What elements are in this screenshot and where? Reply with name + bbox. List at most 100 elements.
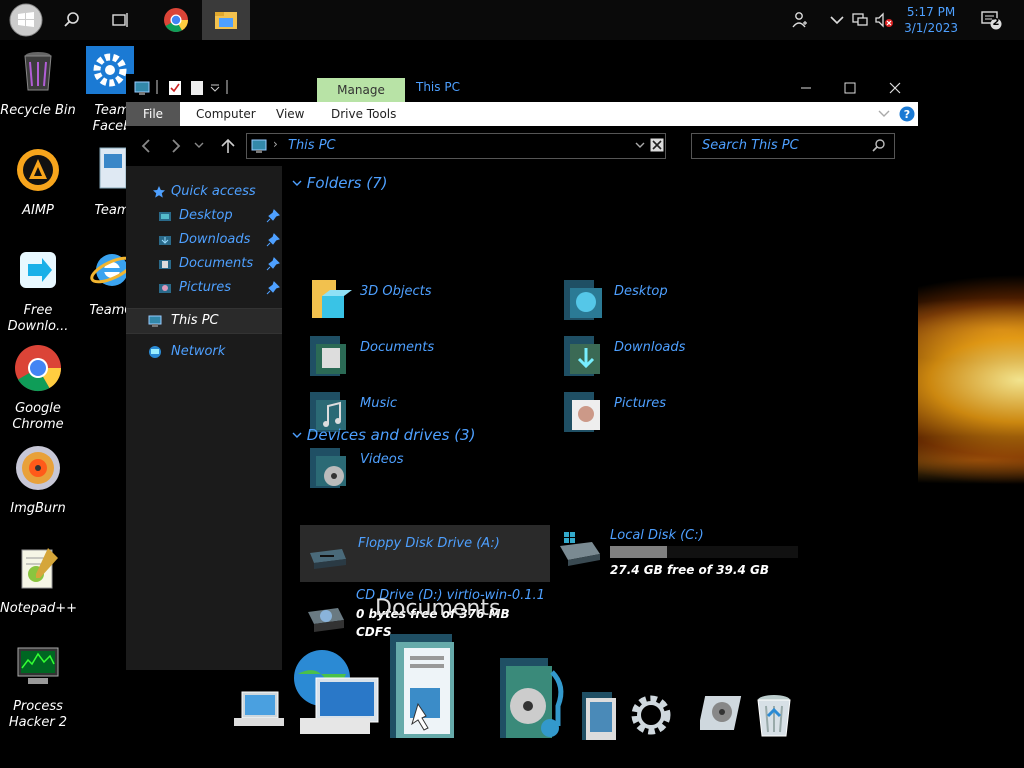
drive-local-c[interactable]: Local Disk (C:) 27.4 GB free of 39.4 GB xyxy=(558,528,808,578)
action-center-button[interactable]: 2 xyxy=(980,10,1002,30)
recycle-bin-icon[interactable] xyxy=(752,692,796,738)
properties-icon[interactable] xyxy=(168,80,182,96)
recent-locations-icon[interactable] xyxy=(194,142,204,150)
tab-file[interactable]: File xyxy=(126,102,180,126)
clock-time: 5:17 PM xyxy=(906,5,956,19)
minimize-button[interactable] xyxy=(784,74,828,102)
folders-group-header[interactable]: Folders (7) xyxy=(292,174,388,192)
search-button[interactable] xyxy=(50,0,94,40)
nav-documents[interactable]: Documents xyxy=(126,253,282,275)
folder-label: Downloads xyxy=(614,340,686,355)
drive-icon[interactable] xyxy=(700,692,748,736)
search-placeholder: Search This PC xyxy=(702,138,799,153)
computer-icon[interactable] xyxy=(286,644,382,740)
local-disk-icon xyxy=(560,532,600,566)
forward-arrow-icon[interactable] xyxy=(168,138,184,154)
task-view-icon xyxy=(112,13,128,27)
ribbon-tab-bar: File Computer View Drive Tools ? xyxy=(126,102,918,126)
nav-network[interactable]: Network xyxy=(126,341,282,363)
folder-videos[interactable]: Videos xyxy=(308,446,558,496)
expand-ribbon-icon[interactable] xyxy=(878,109,890,119)
documents-icon[interactable] xyxy=(384,632,460,742)
close-icon xyxy=(889,82,901,94)
help-icon[interactable]: ? xyxy=(899,106,915,122)
windows-logo-icon xyxy=(9,3,43,37)
close-button[interactable] xyxy=(872,74,918,102)
network-icon[interactable] xyxy=(232,688,284,734)
tab-view[interactable]: View xyxy=(276,102,304,126)
desktop-icon-aimp[interactable]: AIMP xyxy=(0,146,76,219)
start-button[interactable] xyxy=(4,0,48,40)
dock-hover-label: Documents xyxy=(375,596,501,621)
nav-quick-access[interactable]: Quick access xyxy=(126,181,282,203)
search-icon xyxy=(64,12,79,27)
pictures-icon[interactable] xyxy=(580,690,618,742)
people-button[interactable] xyxy=(780,0,820,40)
desktop-icon-process-hacker[interactable]: Process Hacker 2 xyxy=(0,642,76,731)
nav-downloads[interactable]: Downloads xyxy=(126,229,282,251)
address-history-icon[interactable] xyxy=(635,142,645,150)
devices-group-header[interactable]: Devices and drives (3) xyxy=(292,426,475,444)
network-tray-button[interactable] xyxy=(848,0,872,40)
aimp-icon xyxy=(17,149,59,191)
network-icon xyxy=(852,13,868,26)
pin-icon[interactable] xyxy=(266,281,280,295)
nav-label: Documents xyxy=(179,256,254,271)
folder-label: Documents xyxy=(360,340,435,355)
drive-floppy-a[interactable]: Floppy Disk Drive (A:) xyxy=(300,525,550,582)
imgburn-icon xyxy=(16,446,60,490)
search-field[interactable]: Search This PC xyxy=(691,133,895,159)
3d-objects-folder-icon xyxy=(312,280,352,318)
address-text[interactable]: This PC xyxy=(288,138,336,153)
chevron-down-icon[interactable] xyxy=(210,84,220,92)
desktop-icon-google-chrome[interactable]: Google Chrome xyxy=(0,344,76,433)
music-icon[interactable] xyxy=(494,656,570,742)
show-hidden-icons-button[interactable] xyxy=(826,0,848,40)
desktop-icon-imgburn[interactable]: ImgBurn xyxy=(0,444,76,517)
back-arrow-icon[interactable] xyxy=(138,138,154,154)
tab-drive-tools[interactable]: Drive Tools xyxy=(331,102,396,126)
manage-context-tab[interactable]: Manage xyxy=(317,78,405,102)
task-view-button[interactable] xyxy=(98,0,142,40)
settings-icon[interactable] xyxy=(628,692,674,738)
desktop-icon-notepad-plus-plus[interactable]: Notepad++ xyxy=(0,544,77,617)
downloads-folder-icon xyxy=(564,336,600,376)
nav-desktop[interactable]: Desktop xyxy=(126,205,282,227)
folder-desktop[interactable]: Desktop xyxy=(562,278,812,328)
folder-label: 3D Objects xyxy=(360,284,432,299)
pin-icon[interactable] xyxy=(266,233,280,247)
desktop-icon-free-download-manager[interactable]: Free Downlo... xyxy=(0,246,76,335)
navigation-bar: › This PC Search This PC xyxy=(126,126,918,166)
maximize-button[interactable] xyxy=(828,74,872,102)
folder-icon xyxy=(215,12,237,29)
folder-documents[interactable]: Documents xyxy=(308,334,558,384)
nav-label: Downloads xyxy=(179,232,251,247)
folder-3d-objects[interactable]: 3D Objects xyxy=(308,278,558,328)
desktop-icon-recycle-bin[interactable]: Recycle Bin xyxy=(0,46,76,119)
nav-label: This PC xyxy=(171,313,219,328)
nav-this-pc[interactable]: This PC xyxy=(126,308,282,334)
pin-icon[interactable] xyxy=(266,257,280,271)
folder-pictures[interactable]: Pictures xyxy=(562,390,812,440)
pin-icon[interactable] xyxy=(266,209,280,223)
notification-badge: 2 xyxy=(992,17,1000,28)
folder-label: Music xyxy=(360,396,397,411)
clear-address-icon[interactable] xyxy=(650,138,664,152)
folder-downloads[interactable]: Downloads xyxy=(562,334,812,384)
taskbar-clock[interactable]: 5:17 PM 3/1/2023 xyxy=(904,4,958,36)
tab-computer[interactable]: Computer xyxy=(196,102,256,126)
new-folder-icon[interactable] xyxy=(190,80,204,96)
chevron-down-icon xyxy=(292,432,302,438)
taskbar-file-explorer[interactable] xyxy=(202,0,250,40)
up-arrow-icon[interactable] xyxy=(220,138,236,154)
this-pc-icon xyxy=(251,139,267,153)
this-pc-icon xyxy=(134,81,150,95)
floppy-drive-icon xyxy=(310,549,346,569)
taskbar-chrome[interactable] xyxy=(154,0,198,40)
network-icon xyxy=(149,346,161,358)
desktop-icon-label: Free Downlo... xyxy=(7,303,69,334)
address-bar[interactable]: › This PC xyxy=(246,133,666,159)
nav-pictures[interactable]: Pictures xyxy=(126,277,282,299)
pictures-folder-icon xyxy=(564,392,600,432)
volume-tray-button[interactable] xyxy=(872,0,896,40)
